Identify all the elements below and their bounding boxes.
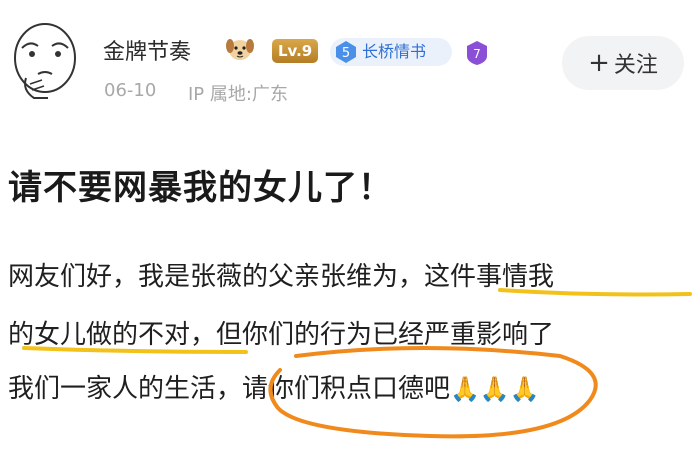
ip-location: IP 属地:广东 — [188, 84, 288, 105]
user-avatar[interactable] — [8, 18, 82, 104]
follow-label: 关注 — [613, 53, 658, 78]
diamond-icon: 5 — [336, 41, 356, 63]
follow-button[interactable]: + 关注 — [562, 36, 684, 90]
post-line-1: 网友们好，我是张薇的父亲张维为，这件事情我 — [8, 262, 555, 292]
club-badge[interactable]: 5 长桥情书 — [330, 38, 452, 66]
level-badge: Lv.9 — [272, 39, 319, 63]
dog-emoji-icon — [226, 39, 254, 60]
post-line-2: 的女儿做的不对，但你们的行为已经严重影响了 — [8, 320, 555, 350]
post-date: 06-10 — [104, 80, 157, 101]
club-name: 长桥情书 — [362, 42, 427, 61]
post-title: 请不要网暴我的女儿了！ — [8, 168, 393, 208]
username[interactable]: 金牌节奏 — [103, 34, 191, 66]
purple-shield-icon: 7 — [467, 41, 487, 65]
post-line-3: 我们一家人的生活，请你们积点口德吧🙏🙏🙏 — [8, 368, 540, 405]
svg-text:5: 5 — [342, 46, 350, 61]
svg-text:7: 7 — [473, 47, 481, 61]
plus-icon: + — [588, 48, 610, 78]
post-line-3-text: 我们一家人的生活，请你们积点口德吧 — [8, 374, 451, 404]
pray-emoji-icon: 🙏🙏🙏 — [450, 375, 540, 403]
